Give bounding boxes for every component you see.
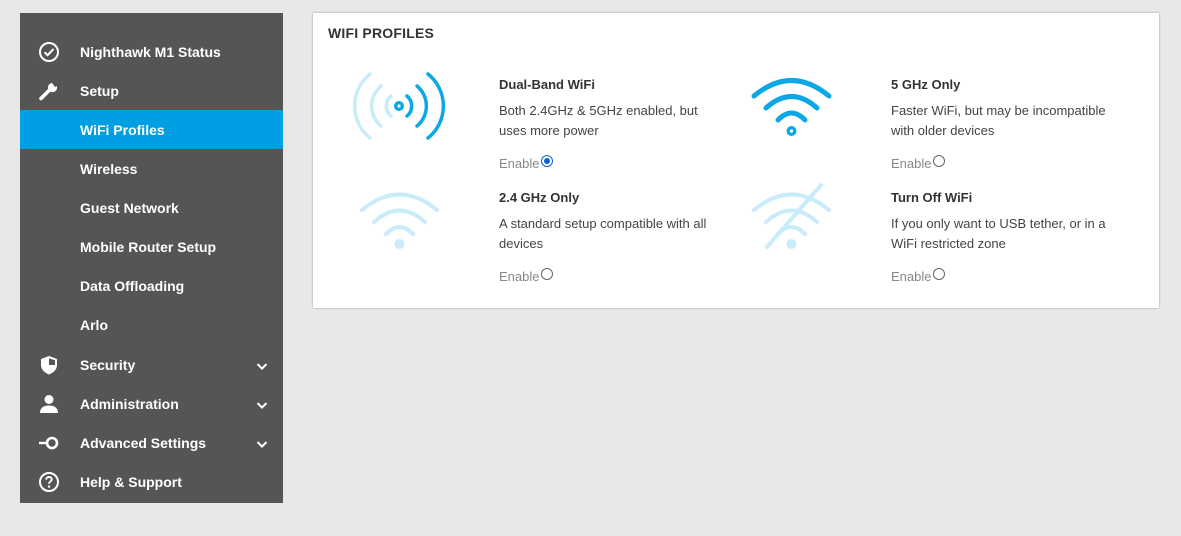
sidebar-item-wireless[interactable]: Wireless: [20, 149, 283, 188]
sidebar-item-label: Guest Network: [80, 199, 179, 216]
wifi-profiles-panel: WIFI PROFILES Dual-Band WiFi Both 2.4GHz…: [313, 13, 1159, 308]
sidebar-item-mobile-router-setup[interactable]: Mobile Router Setup: [20, 227, 283, 266]
enable-label: Enable: [499, 269, 540, 284]
sidebar-item-help-support[interactable]: Help & Support: [20, 462, 283, 501]
sidebar-item-guest-network[interactable]: Guest Network: [20, 188, 283, 227]
sidebar-item-wifi-profiles[interactable]: WiFi Profiles: [20, 110, 283, 149]
sidebar-item-label: Arlo: [80, 316, 108, 333]
shield-icon: [41, 355, 57, 374]
profile-desc-wifi-off: If you only want to USB tether, or in a …: [891, 216, 1106, 251]
profile-desc-24ghz: A standard setup compatible with all dev…: [499, 216, 707, 251]
sidebar-item-label: Setup: [80, 82, 119, 99]
toggle-icon: [39, 436, 59, 449]
profile-title-dual-band: Dual-Band WiFi: [499, 77, 595, 92]
5ghz-radio[interactable]: [933, 154, 946, 167]
enable-option-dual-band[interactable]: Enable: [499, 154, 554, 171]
sidebar-item-nighthawk-status[interactable]: Nighthawk M1 Status: [20, 32, 283, 71]
wifi-24ghz-icon: [360, 192, 439, 249]
sidebar-item-label: Advanced Settings: [80, 434, 207, 451]
sidebar-item-security[interactable]: Security: [20, 345, 283, 384]
sidebar-item-administration[interactable]: Administration: [20, 384, 283, 423]
24ghz-radio[interactable]: [541, 267, 554, 280]
sidebar-item-setup[interactable]: Setup: [20, 71, 283, 110]
wrench-icon: [39, 81, 58, 100]
chevron-down-icon[interactable]: [256, 401, 268, 409]
chevron-down-icon[interactable]: [256, 440, 268, 448]
enable-option-5ghz[interactable]: Enable: [891, 154, 946, 171]
sidebar-item-label: Mobile Router Setup: [80, 238, 217, 255]
sidebar-item-label: Security: [80, 356, 136, 373]
wifi-off-icon: [752, 183, 831, 249]
profile-title-wifi-off: Turn Off WiFi: [891, 190, 973, 205]
panel-title: WIFI PROFILES: [328, 25, 435, 41]
sidebar-item-advanced-settings[interactable]: Advanced Settings: [20, 423, 283, 462]
dual-band-radio[interactable]: [541, 154, 554, 167]
profile-desc-5ghz: Faster WiFi, but may be incompatible wit…: [891, 103, 1106, 138]
wifi-off-radio[interactable]: [933, 267, 946, 280]
chevron-down-icon[interactable]: [256, 362, 268, 370]
sidebar-item-label: WiFi Profiles: [80, 121, 165, 138]
profile-desc-dual-band: Both 2.4GHz & 5GHz enabled, but uses mor…: [499, 103, 698, 138]
enable-label: Enable: [499, 156, 540, 171]
wifi-5ghz-icon: [751, 78, 832, 136]
profile-title-24ghz: 2.4 GHz Only: [499, 190, 580, 205]
question-circle-icon: [39, 471, 59, 492]
sidebar-item-label: Administration: [80, 395, 179, 412]
sidebar-item-label: Help & Support: [80, 473, 182, 490]
check-circle-icon: [39, 41, 59, 62]
person-icon: [40, 394, 58, 413]
sidebar-item-label: Wireless: [80, 160, 138, 177]
enable-option-wifi-off[interactable]: Enable: [891, 267, 946, 284]
sidebar-item-label: Nighthawk M1 Status: [80, 43, 221, 60]
profile-title-5ghz: 5 GHz Only: [891, 77, 961, 92]
sidebar-item-label: Data Offloading: [80, 277, 185, 294]
enable-option-24ghz[interactable]: Enable: [499, 267, 554, 284]
enable-label: Enable: [891, 269, 932, 284]
sidebar-item-arlo[interactable]: Arlo: [20, 305, 283, 344]
enable-label: Enable: [891, 156, 932, 171]
sidebar-item-data-offloading[interactable]: Data Offloading: [20, 266, 283, 305]
dual-band-wifi-icon: [352, 72, 446, 140]
sidebar-nav: Nighthawk M1 Status Setup WiFi Profiles …: [20, 13, 283, 503]
